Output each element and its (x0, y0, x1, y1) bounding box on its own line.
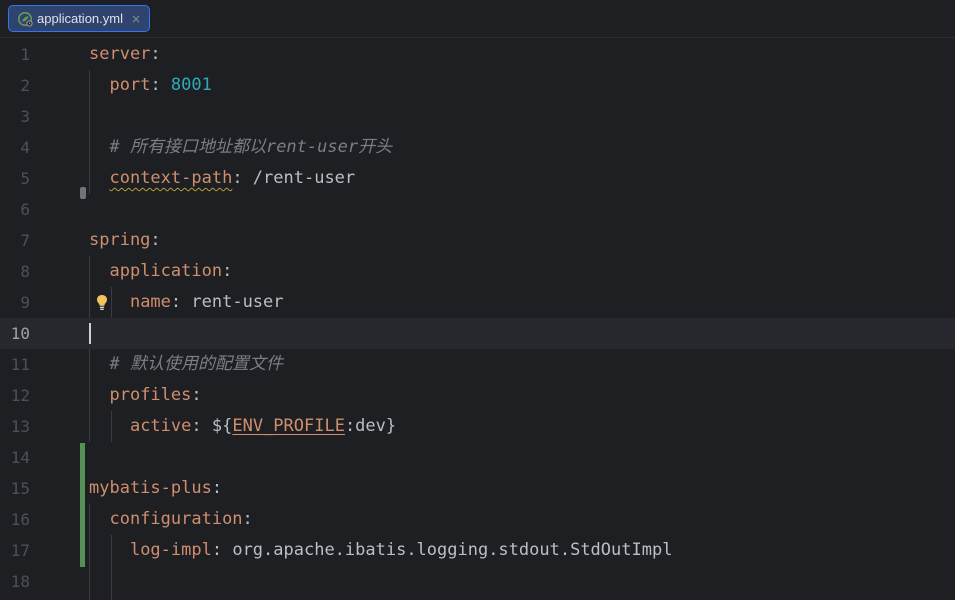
yaml-colon: : (222, 261, 233, 281)
code-line-9: 9 name: rent-user (0, 287, 955, 318)
yaml-key: log-impl (129, 540, 212, 560)
line-number: 9 (20, 293, 30, 312)
yaml-value: /rent-user (252, 168, 356, 188)
yaml-value-suffix: :dev} (344, 416, 397, 436)
yaml-value: rent-user (191, 292, 284, 312)
text-caret (89, 323, 91, 344)
code-line-17: 17 log-impl: org.apache.ibatis.logging.s… (0, 535, 955, 566)
yaml-key: port (109, 75, 151, 95)
yaml-key: spring (89, 230, 151, 250)
line-number: 6 (20, 200, 30, 219)
code-line-11: 11 # 默认使用的配置文件 (0, 349, 955, 380)
line-number: 8 (20, 262, 30, 281)
yaml-colon: : (150, 44, 161, 64)
lightbulb-icon[interactable] (96, 294, 108, 312)
code-line-1: 1 server: (0, 39, 955, 70)
tab-label: application.yml (37, 11, 123, 26)
yaml-colon: : (191, 385, 202, 405)
line-number: 12 (10, 386, 30, 405)
code-line-13: 13 active: ${ENV_PROFILE:dev} (0, 411, 955, 442)
yaml-colon: : (232, 168, 253, 188)
close-icon[interactable]: × (131, 12, 141, 26)
code-line-8: 8 application: (0, 256, 955, 287)
tab-application-yml[interactable]: application.yml × (8, 5, 151, 32)
line-number: 17 (10, 541, 30, 560)
yaml-colon: : (211, 478, 223, 498)
yaml-value: org.apache.ibatis.logging.stdout.StdOutI… (232, 540, 673, 560)
code-line-2: 2 port: 8001 (0, 70, 955, 101)
yaml-key: configuration (109, 509, 243, 529)
yaml-key: profiles (109, 385, 192, 405)
line-number: 14 (10, 448, 30, 467)
yaml-colon: : (150, 230, 161, 250)
yaml-comment: # 所有接口地址都以rent-user开头 (109, 137, 393, 157)
line-number: 15 (10, 479, 30, 498)
yaml-key: active (129, 416, 192, 436)
yaml-value-prefix: ${ (211, 416, 233, 436)
code-line-5: 5 context-path: /rent-user (0, 163, 955, 194)
code-line-6: 6 (0, 194, 955, 225)
line-number: 16 (10, 510, 30, 529)
line-number: 18 (10, 572, 30, 591)
yaml-colon: : (150, 75, 171, 95)
code-line-3: 3 (0, 101, 955, 132)
line-number: 10 (10, 324, 30, 343)
line-number: 5 (20, 169, 30, 188)
code-editor[interactable]: 1 server: 2 port: 8001 3 4 # 所有接口地址都以ren… (0, 39, 955, 600)
code-line-16: 16 configuration: (0, 504, 955, 535)
code-line-18: 18 (0, 566, 955, 597)
line-number: 13 (10, 417, 30, 436)
yaml-key: server (89, 44, 151, 64)
line-number: 2 (20, 76, 30, 95)
editor-tab-bar: application.yml × (0, 0, 955, 38)
yaml-comment: # 默认使用的配置文件 (109, 354, 283, 374)
code-line-10: 10 (0, 318, 955, 349)
spring-leaf-icon (17, 11, 33, 27)
line-number: 3 (20, 107, 30, 126)
yaml-key: mybatis-plus (89, 478, 212, 498)
yaml-colon: : (211, 540, 233, 560)
line-number: 11 (10, 355, 30, 374)
code-line-7: 7 spring: (0, 225, 955, 256)
code-line-12: 12 profiles: (0, 380, 955, 411)
yaml-key: application (109, 261, 223, 281)
yaml-value: 8001 (170, 75, 212, 95)
code-line-15: 15 mybatis-plus: (0, 473, 955, 504)
line-number: 1 (20, 45, 30, 64)
yaml-key: name (129, 292, 171, 312)
env-variable[interactable]: ENV_PROFILE (232, 416, 345, 436)
code-line-14: 14 (0, 442, 955, 473)
yaml-key: context-path (109, 168, 233, 188)
yaml-colon: : (242, 509, 253, 529)
yaml-colon: : (191, 416, 212, 436)
line-number: 4 (20, 138, 30, 157)
yaml-colon: : (170, 292, 192, 312)
code-line-4: 4 # 所有接口地址都以rent-user开头 (0, 132, 955, 163)
line-number: 7 (20, 231, 30, 250)
